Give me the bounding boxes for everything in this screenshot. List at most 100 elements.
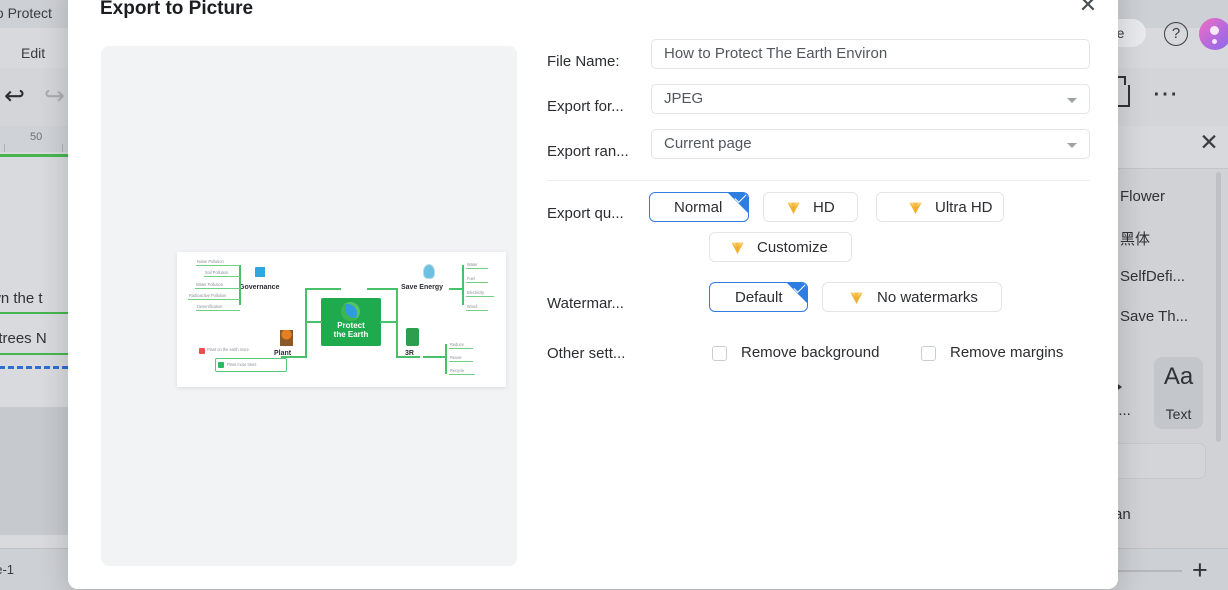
mindmap-leaf: Recycle	[450, 367, 465, 374]
mindmap-leaf: Plant on the earth more	[207, 346, 249, 353]
font-list-item[interactable]: 黑体	[1120, 228, 1150, 249]
mindmap-sub-trunk	[423, 356, 447, 358]
right-panel-scrollbar[interactable]	[1216, 172, 1221, 442]
mindmap-leaf-underline	[466, 296, 494, 297]
done-tag-icon	[218, 362, 224, 368]
font-list-item[interactable]: Save Th...	[1120, 308, 1188, 325]
center-line-1: Protect	[337, 321, 365, 330]
mindmap-trunk	[305, 321, 307, 357]
plant-icon	[280, 330, 293, 346]
watermark-option-label: No watermarks	[877, 289, 978, 306]
export-format-value: JPEG	[664, 90, 704, 107]
remove-background-checkbox[interactable]	[712, 346, 727, 361]
font-list-item[interactable]: Flower	[1120, 188, 1165, 205]
premium-gem-icon	[731, 242, 744, 254]
quality-option-customize[interactable]: Customize	[709, 232, 852, 262]
text-tool-label: Text	[1165, 406, 1192, 422]
mindmap-leaf: Reuse	[450, 354, 462, 361]
quality-option-label: Normal	[674, 199, 723, 216]
mindmap-leaf: Electricity	[467, 289, 485, 296]
chevron-down-icon	[1067, 143, 1077, 148]
quality-option-label: Customize	[757, 239, 828, 256]
dialog-title: Export to Picture	[100, 0, 254, 19]
recycle-bin-icon	[406, 328, 419, 346]
watermark-option-default[interactable]: Default	[709, 282, 808, 312]
export-range-value: Current page	[664, 135, 752, 152]
mindmap-trunk	[305, 288, 341, 290]
export-format-select[interactable]: JPEG	[651, 84, 1090, 114]
canvas-node-text[interactable]: wn the t	[0, 290, 43, 307]
mindmap-leaf: Fuel	[467, 275, 475, 282]
mindmap-leaf: Desertification	[197, 303, 223, 310]
watermark-option-label: Default	[735, 289, 783, 306]
mindmap-trunk	[305, 321, 322, 323]
zoom-in-icon[interactable]: +	[1192, 557, 1208, 584]
mindmap-leaf-underline	[466, 310, 488, 311]
quality-option-ultra-hd[interactable]: Ultra HD	[876, 192, 1004, 222]
menu-item-edit[interactable]: Edit	[21, 45, 45, 61]
file-name-input[interactable]: How to Protect The Earth Environ	[651, 39, 1090, 69]
mindmap-sub-trunk	[445, 344, 447, 374]
watermark-option-none[interactable]: No watermarks	[822, 282, 1002, 312]
mindmap-leaf: Soil Pollution	[205, 269, 229, 276]
mindmap-sub-trunk	[449, 288, 463, 290]
remove-background-label: Remove background	[741, 344, 880, 361]
file-name-value: How to Protect The Earth Environ	[664, 45, 888, 62]
mindmap-leaf: Plant more trees	[227, 361, 257, 368]
premium-gem-icon	[909, 202, 922, 214]
mindmap-leaf-underline	[204, 276, 240, 277]
premium-gem-icon	[787, 202, 800, 214]
export-range-select[interactable]: Current page	[651, 129, 1090, 159]
mindmap-topic: Save Energy	[401, 284, 444, 291]
mindmap-leaf-underline	[195, 288, 240, 289]
file-name-label: File Name:	[547, 53, 620, 70]
undo-arrow-icon[interactable]: ↩	[4, 84, 25, 109]
preview-pane: Protect the Earth Governance Noise Pollu…	[101, 46, 517, 566]
mindmap-topic: Plant	[274, 350, 292, 357]
text-tool-glyph-icon: Aa	[1163, 363, 1194, 390]
mindmap-topic: Governance	[239, 284, 280, 291]
mindmap-leaf-underline	[466, 268, 488, 269]
mindmap-leaf: Reduce	[450, 341, 464, 348]
mindmap-leaf: Wood	[467, 303, 478, 310]
watermark-label: Watermar...	[547, 295, 624, 312]
mindmap-trunk	[367, 288, 398, 290]
export-quality-label: Export qu...	[547, 205, 624, 222]
remove-margins-checkbox[interactable]	[921, 346, 936, 361]
mindmap-leaf-underline	[188, 299, 240, 300]
mindmap-leaf-underline	[466, 282, 488, 283]
globe-icon	[341, 302, 360, 321]
mindmap-leaf: Water	[467, 261, 478, 268]
panel-close-icon[interactable]: ✕	[1198, 132, 1220, 155]
mindmap-leaf-underline	[449, 348, 473, 349]
mindmap-leaf-underline	[196, 310, 240, 311]
priority-tag-icon	[199, 348, 205, 354]
export-settings-form: File Name: How to Protect The Earth Envi…	[547, 0, 1107, 589]
mindmap-sub-trunk	[462, 265, 464, 305]
canvas-node-text[interactable]: t trees N	[0, 330, 47, 347]
quality-option-hd[interactable]: HD	[763, 192, 858, 222]
window-title: to Protect	[0, 5, 52, 21]
mindmap-trunk	[396, 288, 398, 323]
building-icon	[252, 264, 266, 278]
export-format-label: Export for...	[547, 98, 624, 115]
ruler-tick-label: 50	[30, 131, 43, 143]
mindmap-leaf-underline	[196, 265, 240, 266]
quality-option-label: Ultra HD	[935, 199, 993, 216]
remove-margins-label: Remove margins	[950, 344, 1064, 361]
mindmap-preview-image: Protect the Earth Governance Noise Pollu…	[177, 252, 506, 387]
page-indicator[interactable]: ge-1	[0, 562, 14, 577]
quality-option-normal[interactable]: Normal	[649, 192, 749, 222]
lightbulb-icon	[423, 264, 435, 279]
redo-arrow-icon[interactable]: ↪	[44, 84, 65, 109]
other-settings-label: Other sett...	[547, 345, 626, 362]
center-line-2: the Earth	[333, 330, 369, 339]
mindmap-leaf-underline	[449, 374, 475, 375]
mindmap-leaf: Noise Pollution	[197, 258, 224, 265]
avatar[interactable]	[1199, 18, 1228, 50]
quality-option-label: HD	[813, 199, 835, 216]
help-icon[interactable]: ?	[1164, 22, 1188, 46]
font-list-item[interactable]: SelfDefi...	[1120, 268, 1185, 285]
chevron-down-icon	[1067, 98, 1077, 103]
more-options-icon[interactable]: ⋯	[1152, 80, 1179, 105]
